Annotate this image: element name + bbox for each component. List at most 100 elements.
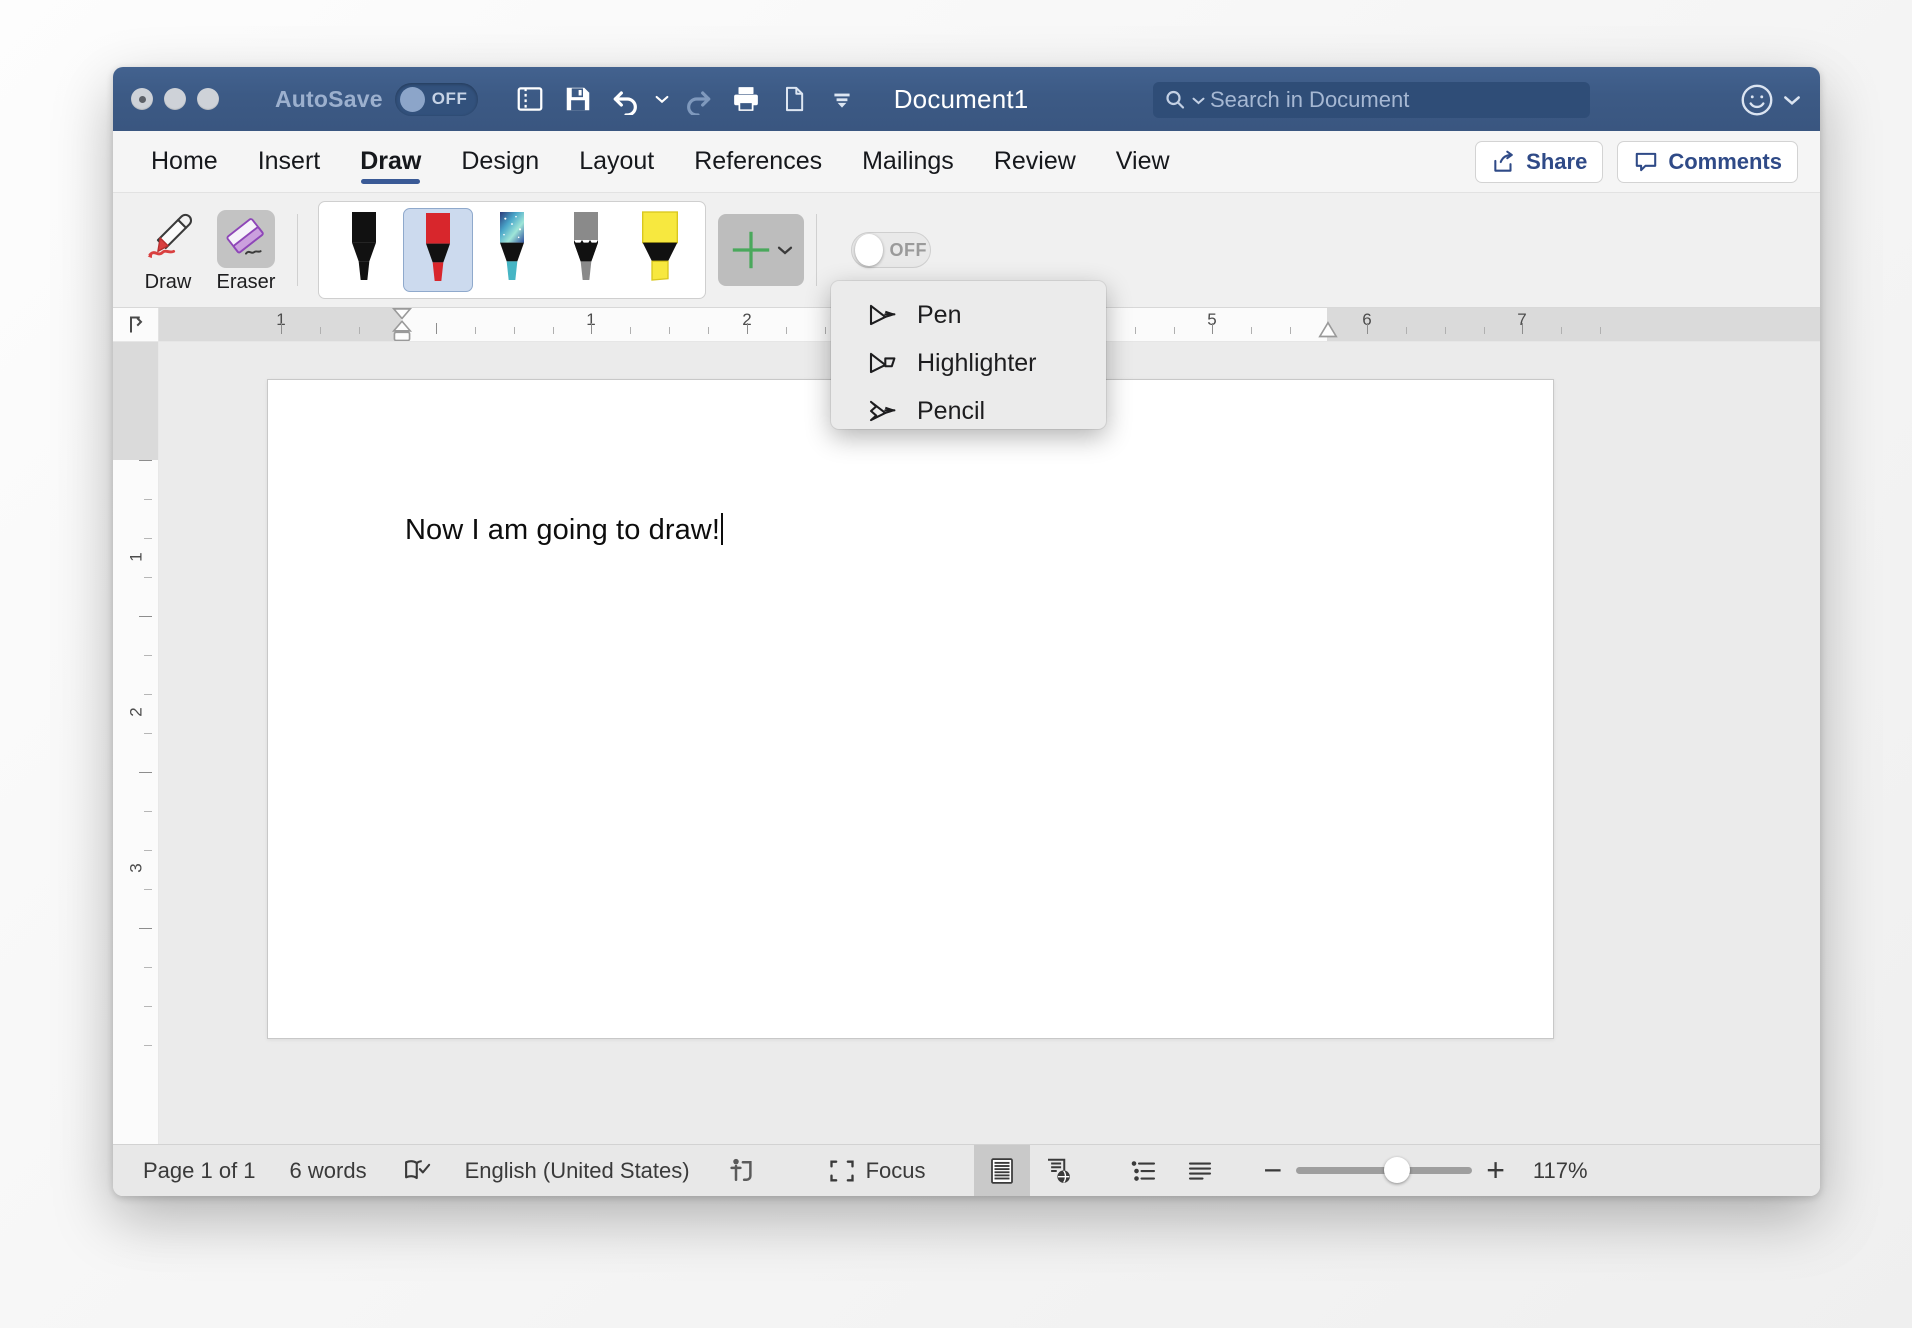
add-pen-dropdown-menu: Pen Highlighter Pencil	[831, 281, 1106, 429]
autosave-state-label: OFF	[431, 89, 468, 108]
web-layout-view[interactable]	[1030, 1145, 1086, 1197]
focus-label: Focus	[865, 1157, 926, 1183]
tab-review[interactable]: Review	[974, 131, 1096, 193]
zoom-slider-handle[interactable]	[1384, 1157, 1411, 1183]
language-indicator[interactable]: English (United States)	[465, 1158, 690, 1184]
tab-design[interactable]: Design	[441, 131, 559, 193]
tab-stop-selector[interactable]	[113, 308, 159, 341]
redo-icon	[676, 77, 720, 121]
minimize-button[interactable]	[164, 88, 186, 110]
focus-button[interactable]: Focus	[828, 1145, 926, 1197]
ribbon-divider-2	[816, 214, 817, 286]
close-button[interactable]	[131, 88, 153, 110]
ribbon-actions: Share Comments	[1475, 140, 1798, 183]
autosave-control[interactable]: AutoSave OFF	[275, 82, 478, 116]
tab-references[interactable]: References	[674, 131, 842, 193]
maximize-button[interactable]	[197, 88, 219, 110]
draw-tool-button[interactable]: Draw	[129, 206, 207, 294]
document-page[interactable]: Now I am going to draw!	[267, 379, 1554, 1039]
spellcheck-icon[interactable]	[391, 1145, 445, 1197]
comments-label: Comments	[1668, 148, 1782, 174]
outline-view[interactable]	[1116, 1145, 1172, 1197]
share-icon	[1494, 150, 1513, 172]
tab-insert[interactable]: Insert	[238, 131, 341, 193]
pencil-gray[interactable]	[551, 208, 621, 292]
highlighter-nib-icon	[869, 352, 896, 374]
vertical-ruler[interactable]: 1 2 3	[113, 342, 159, 1144]
right-indent-marker	[1318, 321, 1338, 338]
zoom-slider[interactable]	[1296, 1157, 1473, 1183]
vruler-number: 1	[126, 552, 145, 562]
page-indicator[interactable]: Page 1 of 1	[143, 1158, 256, 1184]
outline-icon	[1131, 1160, 1155, 1181]
zoom-level[interactable]: 117%	[1533, 1158, 1588, 1184]
tab-view[interactable]: View	[1096, 131, 1190, 193]
menu-item-pen[interactable]: Pen	[831, 291, 1106, 339]
menu-item-pencil[interactable]: Pencil	[831, 387, 1106, 435]
page-canvas[interactable]: Now I am going to draw!	[159, 342, 1820, 1144]
document-area: 1 2 3 Now I am going to draw!	[113, 342, 1820, 1144]
pen-red[interactable]	[403, 208, 473, 292]
autosave-toggle[interactable]: OFF	[394, 82, 478, 116]
undo-icon[interactable]	[604, 77, 648, 121]
ink-toggle-state-label: OFF	[889, 239, 927, 260]
comments-button[interactable]: Comments	[1617, 140, 1798, 183]
eraser-icon	[217, 210, 275, 268]
account-menu[interactable]	[1738, 81, 1802, 119]
search-chevron-down-icon	[1192, 97, 1205, 104]
search-input[interactable]: Search in Document	[1153, 82, 1590, 118]
body-text-run: Now I am going to draw!	[405, 514, 720, 546]
quick-access-toolbar	[508, 77, 864, 121]
right-margin-region	[1327, 308, 1820, 341]
save-icon[interactable]	[556, 77, 600, 121]
highlighter-yellow[interactable]	[625, 208, 695, 292]
tab-layout[interactable]: Layout	[559, 131, 674, 193]
add-pen-chevron-down-icon	[777, 246, 793, 255]
tab-mailings[interactable]: Mailings	[842, 131, 974, 193]
menu-item-highlighter[interactable]: Highlighter	[831, 339, 1106, 387]
draft-view[interactable]	[1172, 1145, 1228, 1197]
draft-icon	[1188, 1161, 1211, 1180]
vruler-number: 2	[126, 707, 145, 717]
pen-galaxy[interactable]	[477, 208, 547, 292]
top-margin-region	[113, 342, 158, 460]
document-body-text[interactable]: Now I am going to draw!	[405, 513, 723, 547]
ink-mode-toggle[interactable]: OFF	[851, 232, 931, 268]
sidebar-toggle-icon[interactable]	[508, 77, 552, 121]
pencil-nib-icon	[869, 400, 896, 422]
menu-item-label: Pencil	[917, 396, 986, 425]
search-placeholder: Search in Document	[1210, 87, 1410, 112]
tab-home[interactable]: Home	[131, 131, 238, 193]
overflow-icon[interactable]	[820, 77, 864, 121]
text-cursor	[721, 513, 723, 545]
ink-toggle-knob	[855, 234, 883, 266]
tab-draw[interactable]: Draw	[340, 131, 441, 193]
ribbon-tab-bar: Home Insert Draw Design Layout Reference…	[113, 131, 1820, 193]
new-document-icon[interactable]	[772, 77, 816, 121]
eraser-tool-button[interactable]: Eraser	[207, 206, 285, 294]
word-window: AutoSave OFF Document1 Search in Documen…	[113, 67, 1820, 1196]
share-button[interactable]: Share	[1475, 140, 1604, 183]
zoom-out-button[interactable]: −	[1264, 1154, 1283, 1187]
window-controls	[131, 88, 219, 110]
desktop-background: AutoSave OFF Document1 Search in Documen…	[0, 0, 1912, 1328]
accessibility-icon[interactable]	[714, 1145, 768, 1197]
print-icon[interactable]	[724, 77, 768, 121]
undo-dropdown-icon[interactable]	[652, 79, 672, 119]
pen-black[interactable]	[329, 208, 399, 292]
search-icon	[1166, 90, 1185, 109]
zoom-in-button[interactable]: +	[1486, 1154, 1505, 1187]
add-pen-button[interactable]	[718, 214, 804, 286]
comment-icon	[1636, 152, 1657, 171]
first-line-indent-marker	[391, 308, 413, 341]
web-layout-icon	[1047, 1158, 1070, 1183]
print-layout-icon	[990, 1157, 1013, 1184]
menu-item-label: Pen	[917, 300, 962, 329]
word-count[interactable]: 6 words	[290, 1158, 367, 1184]
draw-tool-label: Draw	[144, 271, 192, 293]
print-layout-view[interactable]	[973, 1144, 1030, 1196]
ribbon-divider-1	[297, 214, 298, 286]
account-chevron-down-icon	[1784, 96, 1800, 105]
menu-item-label: Highlighter	[917, 348, 1037, 377]
share-label: Share	[1526, 148, 1588, 174]
